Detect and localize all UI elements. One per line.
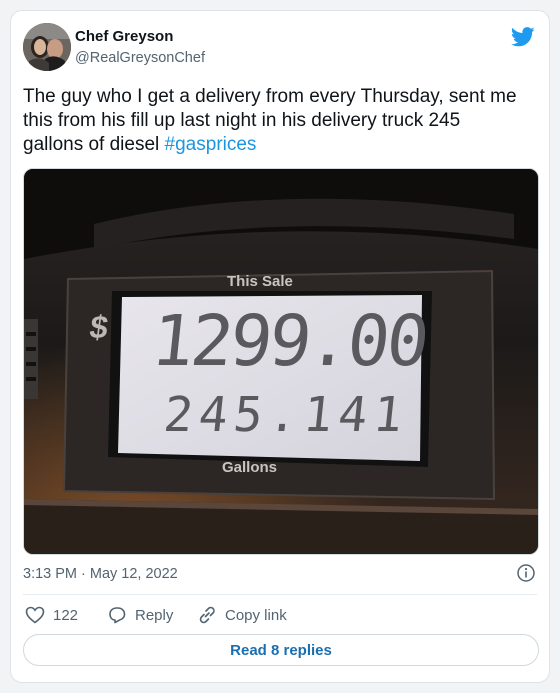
tweet-body: The guy who I get a delivery from every …: [23, 86, 517, 155]
link-icon: [199, 606, 215, 624]
author-handle[interactable]: @RealGreysonChef: [75, 50, 205, 66]
this-sale-label: This Sale: [227, 273, 293, 290]
heart-icon: [25, 606, 45, 624]
hashtag-link[interactable]: #gasprices: [165, 134, 257, 155]
avatar[interactable]: [23, 23, 71, 71]
tweet-timestamp[interactable]: 3:13 PM · May 12, 2022: [23, 566, 178, 582]
reply-label: Reply: [135, 606, 174, 624]
author-name[interactable]: Chef Greyson: [75, 28, 173, 45]
divider: [23, 594, 537, 595]
twitter-bird-icon[interactable]: [511, 27, 535, 47]
tweet-card: Chef Greyson @RealGreysonChef The guy wh…: [10, 10, 550, 683]
reply-button[interactable]: Reply: [107, 606, 173, 624]
like-count: 122: [53, 606, 79, 624]
gallons-amount: 245.141: [161, 387, 412, 443]
copy-link-label: Copy link: [225, 606, 287, 624]
sale-amount: 1299.00: [147, 300, 431, 382]
info-icon[interactable]: [517, 564, 535, 582]
like-button[interactable]: 122: [25, 606, 78, 624]
read-replies-button[interactable]: Read 8 replies: [23, 634, 539, 666]
tweet-text: The guy who I get a delivery from every …: [23, 85, 523, 157]
gallons-label: Gallons: [222, 459, 278, 476]
reply-icon: [109, 607, 126, 624]
copy-link-button[interactable]: Copy link: [197, 606, 287, 624]
tweet-photo[interactable]: This Sale $ 1299.00 245.141 Gallons: [23, 168, 539, 555]
